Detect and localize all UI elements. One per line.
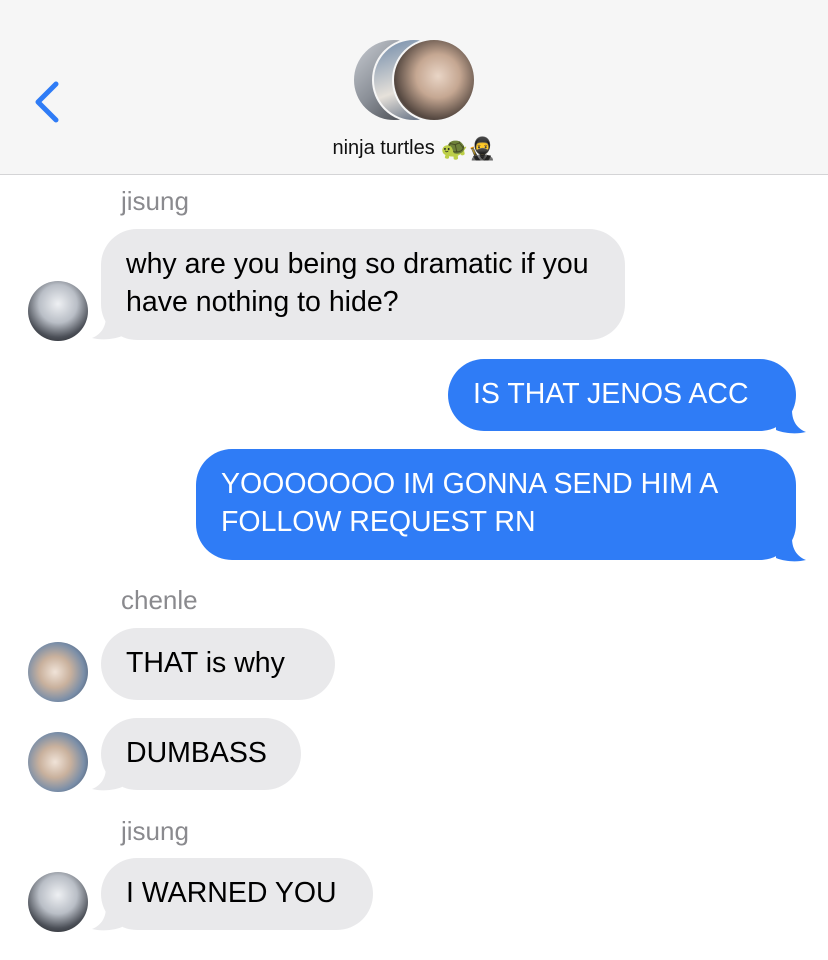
avatar[interactable] (28, 732, 88, 792)
message-text: IS THAT JENOS ACC (473, 378, 749, 410)
sender-name: chenle (121, 585, 198, 615)
message-text: YOOOOOOO IM GONNA SEND HIM A FOLLOW REQU… (221, 468, 717, 538)
avatar[interactable] (28, 281, 88, 341)
message-text: I WARNED YOU (126, 877, 337, 909)
group-name: ninja turtles (332, 137, 435, 159)
message-bubble[interactable]: DUMBASS (101, 718, 301, 790)
message-bubble[interactable]: why are you being so dramatic if you hav… (101, 229, 625, 340)
message-bubble[interactable]: YOOOOOOO IM GONNA SEND HIM A FOLLOW REQU… (196, 449, 796, 560)
message-text: DUMBASS (126, 737, 267, 769)
message-bubble[interactable]: IS THAT JENOS ACC (448, 359, 796, 431)
conversation-title[interactable]: ninja turtles 🐢🥷 (0, 136, 828, 162)
avatar[interactable] (28, 642, 88, 702)
back-button[interactable] (28, 78, 68, 126)
title-emoji: 🐢🥷 (440, 136, 496, 161)
message-text: why are you being so dramatic if you hav… (126, 248, 589, 318)
message-text: THAT is why (126, 647, 285, 679)
message-bubble[interactable]: THAT is why (101, 628, 335, 700)
group-member-avatar (392, 38, 476, 122)
group-avatar[interactable] (352, 38, 482, 122)
avatar[interactable] (28, 872, 88, 932)
conversation-header: ninja turtles 🐢🥷 (0, 0, 828, 175)
message-bubble[interactable]: I WARNED YOU (101, 858, 373, 930)
sender-name: jisung (121, 816, 189, 846)
chevron-left-icon (35, 81, 59, 123)
sender-name: jisung (121, 186, 189, 216)
